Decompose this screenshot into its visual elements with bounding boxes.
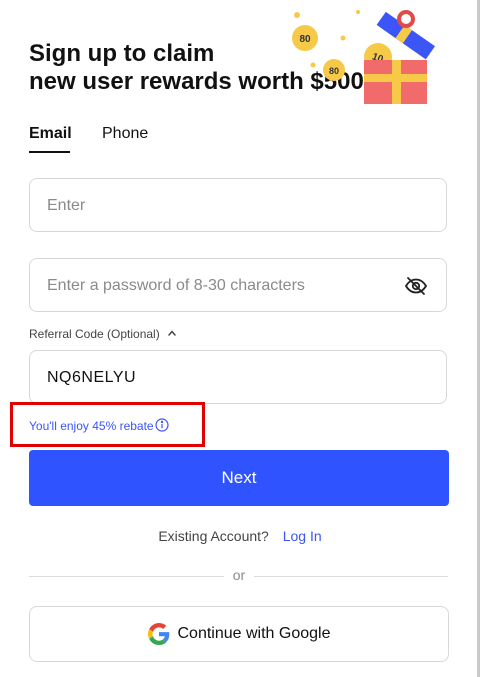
- divider-right: [254, 576, 448, 577]
- info-icon[interactable]: [155, 418, 169, 432]
- active-tab-indicator: [29, 151, 70, 153]
- google-button-label: Continue with Google: [177, 625, 331, 642]
- google-icon: [147, 623, 169, 645]
- tab-email[interactable]: Email: [29, 125, 72, 153]
- email-input[interactable]: [45, 179, 389, 233]
- gift-bow: [397, 10, 415, 28]
- gift-illustration: 80 10 80: [292, 10, 435, 104]
- referral-label: Referral Code (Optional): [29, 327, 160, 341]
- existing-account-row: Existing Account? Log In: [0, 528, 480, 544]
- login-link[interactable]: Log In: [283, 528, 322, 544]
- continue-with-google-button[interactable]: Continue with Google: [29, 606, 449, 662]
- rebate-text: You'll enjoy 45% rebate: [29, 419, 154, 433]
- chevron-up-icon[interactable]: [166, 327, 178, 339]
- email-field[interactable]: [29, 178, 447, 233]
- coin-3-label: 80: [329, 66, 339, 76]
- password-input[interactable]: [45, 259, 389, 313]
- existing-account-text: Existing Account?: [158, 528, 269, 544]
- or-divider-text: or: [232, 567, 246, 583]
- referral-code-field[interactable]: [29, 350, 447, 405]
- password-field[interactable]: [29, 258, 447, 313]
- tab-phone[interactable]: Phone: [102, 125, 148, 153]
- gift-box: [364, 60, 427, 104]
- referral-code-input[interactable]: [45, 351, 389, 405]
- divider-left: [29, 576, 224, 577]
- coin-1: 80: [292, 25, 318, 51]
- eye-slash-icon[interactable]: [404, 274, 428, 298]
- coin-1-label: 80: [299, 34, 311, 45]
- coin-3: 80: [323, 59, 345, 81]
- next-button[interactable]: Next: [29, 450, 449, 506]
